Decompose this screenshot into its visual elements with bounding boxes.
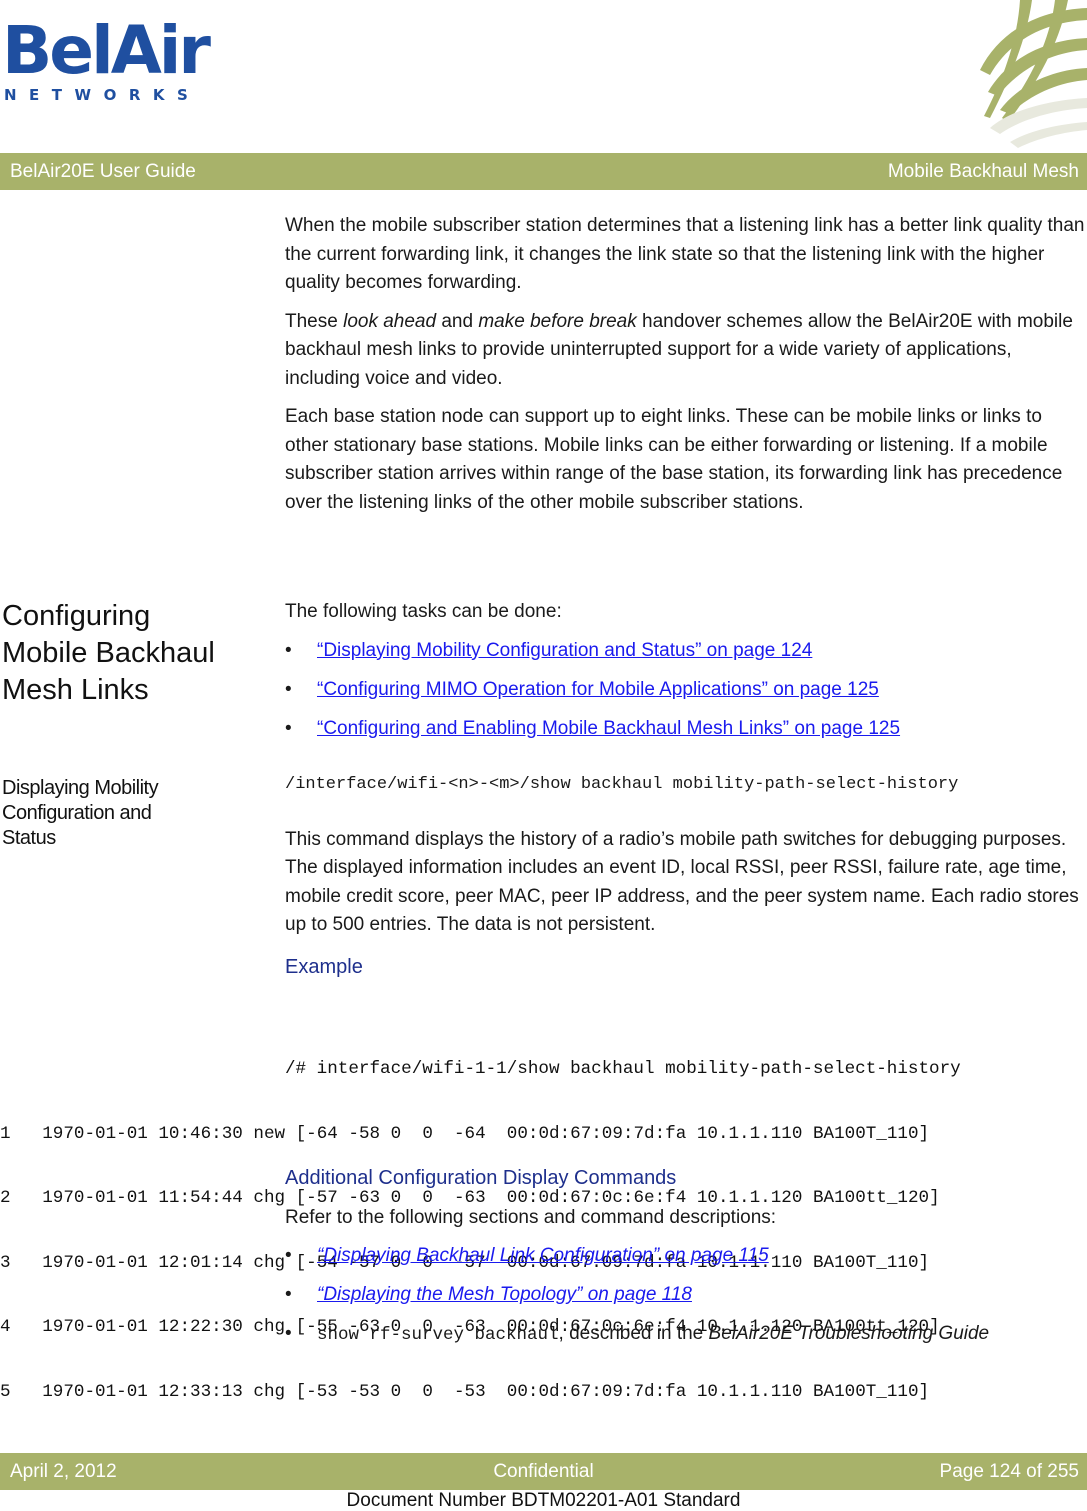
intro-paragraph: When the mobile subscriber station deter… <box>285 215 1085 293</box>
section-additional-commands: Additional Configuration Display Command… <box>285 1164 1085 1360</box>
output-row: 5 1970-01-01 12:33:13 chg [-53 -53 0 0 -… <box>0 1381 930 1402</box>
text-run: These <box>285 310 344 332</box>
emphasis-look-ahead: look ahead <box>343 310 437 332</box>
heading-line: Status <box>2 827 56 849</box>
logo-subtitle: NETWORKS <box>4 86 201 104</box>
heading-line: Mesh Links <box>2 674 149 706</box>
section-heading-configuring: Configuring Mobile Backhaul Mesh Links <box>2 598 215 709</box>
bullet-icon: • <box>285 717 292 739</box>
example-command: /# interface/wifi-1-1/show backhaul mobi… <box>285 1059 961 1079</box>
xref-link-mesh-topology[interactable]: “Displaying the Mesh Topology” on page 1… <box>317 1284 692 1305</box>
list-item: • “Displaying Mobility Configuration and … <box>285 637 1085 666</box>
command-syntax: /interface/wifi-<n>-<m>/show backhaul mo… <box>285 775 959 794</box>
section-displaying-body: /interface/wifi-<n>-<m>/show backhaul mo… <box>285 771 1085 981</box>
logo-wordmark: BelAir <box>2 12 211 89</box>
text-run: , described in the <box>558 1323 709 1344</box>
heading-line: Configuring <box>2 600 151 632</box>
section-heading-displaying-mobility: Displaying Mobility Configuration and St… <box>2 776 159 851</box>
reference-list: • “Displaying Backhaul Link Configuration… <box>285 1242 1085 1350</box>
emphasis-make-before-break: make before break <box>478 310 637 332</box>
command-description: This command displays the history of a r… <box>285 828 1079 936</box>
intro-section: When the mobile subscriber station deter… <box>285 212 1085 527</box>
bullet-icon: • <box>285 639 292 661</box>
text-run: and <box>436 310 479 332</box>
bullet-icon: • <box>285 1245 292 1266</box>
bullet-icon: • <box>285 1284 292 1305</box>
list-item: • “Configuring and Enabling Mobile Backha… <box>285 715 1085 744</box>
subheading-additional-commands: Additional Configuration Display Command… <box>285 1167 677 1189</box>
brand-swoosh-icon <box>980 0 1087 148</box>
list-item: • “Displaying the Mesh Topology” on page … <box>285 1281 1085 1310</box>
heading-line: Configuration and <box>2 802 152 824</box>
page-footer: April 2, 2012 Confidential Page 124 of 2… <box>0 1453 1087 1490</box>
list-item: • “Configuring MIMO Operation for Mobile … <box>285 676 1085 705</box>
list-item: • “Displaying Backhaul Link Configuration… <box>285 1242 1085 1271</box>
footer-classification: Confidential <box>493 1460 594 1482</box>
footer-page-number: Page 124 of 255 <box>939 1460 1079 1482</box>
list-item: • show rf-survey backhaul, described in t… <box>285 1320 1085 1350</box>
example-label: Example <box>285 955 363 978</box>
xref-link-backhaul-link-config[interactable]: “Displaying Backhaul Link Configuration”… <box>317 1245 769 1266</box>
output-row: 1 1970-01-01 10:46:30 new [-64 -58 0 0 -… <box>0 1123 930 1144</box>
section-configuring-body: The following tasks can be done: • “Displ… <box>285 598 1085 754</box>
tasks-intro: The following tasks can be done: <box>285 601 562 622</box>
footer-date: April 2, 2012 <box>10 1460 117 1482</box>
document-number: Document Number BDTM02201-A01 Standard <box>346 1490 741 1511</box>
task-link-list: • “Displaying Mobility Configuration and … <box>285 637 1085 744</box>
rf-survey-command: show rf-survey backhaul <box>317 1325 559 1345</box>
links-paragraph: Each base station node can support up to… <box>285 406 1063 513</box>
xref-link-configuring-mimo[interactable]: “Configuring MIMO Operation for Mobile A… <box>317 679 879 700</box>
xref-link-enabling-mesh-links[interactable]: “Configuring and Enabling Mobile Backhau… <box>317 718 900 739</box>
heading-line: Mobile Backhaul <box>2 637 215 669</box>
bullet-icon: • <box>285 1323 292 1344</box>
bullet-icon: • <box>285 678 292 700</box>
handover-paragraph: These look ahead and make before break h… <box>285 308 1085 394</box>
xref-link-displaying-mobility[interactable]: “Displaying Mobility Configuration and S… <box>317 640 812 661</box>
header-guide-title: BelAir20E User Guide <box>10 160 196 182</box>
page-header: BelAir20E User Guide Mobile Backhaul Mes… <box>0 153 1087 190</box>
heading-line: Displaying Mobility <box>2 777 159 799</box>
header-chapter-title: Mobile Backhaul Mesh <box>887 160 1079 182</box>
refer-intro: Refer to the following sections and comm… <box>285 1206 777 1228</box>
troubleshooting-guide-title: BelAir20E Troubleshooting Guide <box>708 1323 990 1344</box>
